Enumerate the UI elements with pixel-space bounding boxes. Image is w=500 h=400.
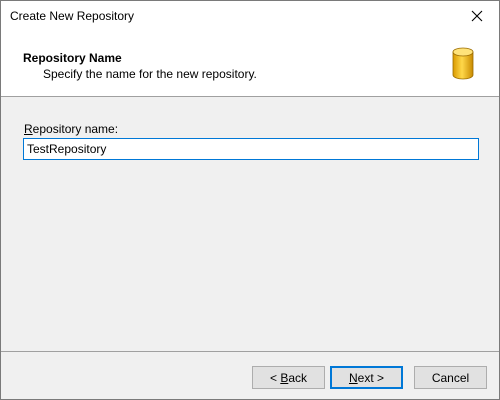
page-title: Repository Name: [23, 51, 122, 65]
window-title: Create New Repository: [10, 9, 135, 23]
repository-name-input[interactable]: [23, 138, 479, 160]
wizard-header: Repository Name Specify the name for the…: [1, 32, 499, 97]
close-button[interactable]: [455, 1, 499, 32]
back-button[interactable]: < Back: [252, 366, 325, 389]
repository-name-label: Repository name:: [24, 122, 119, 136]
next-button[interactable]: Next >: [330, 366, 403, 389]
title-bar: Create New Repository: [1, 1, 499, 32]
footer-divider: [1, 351, 499, 352]
close-icon: [471, 10, 483, 22]
page-subtitle: Specify the name for the new repository.: [43, 67, 257, 81]
create-repository-dialog: Create New Repository Repository Name Sp…: [0, 0, 500, 400]
database-icon: [452, 47, 474, 80]
cancel-button[interactable]: Cancel: [414, 366, 487, 389]
